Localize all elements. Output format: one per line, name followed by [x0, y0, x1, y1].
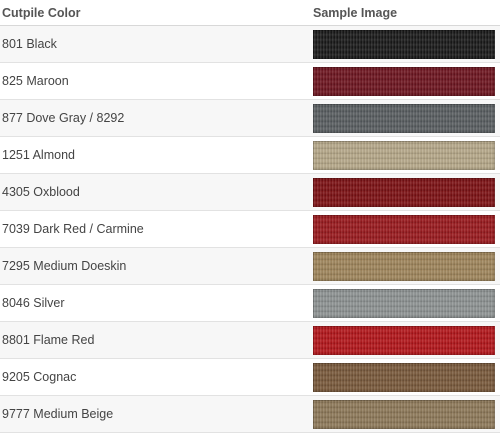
color-name: 825 Maroon: [2, 74, 69, 88]
table-header: Cutpile Color Sample Image: [0, 0, 500, 26]
sample-image-cell: [313, 66, 500, 96]
table-row: 7295 Medium Doeskin: [0, 248, 500, 285]
silver-carpet-swatch: [313, 288, 495, 318]
table-row: 8801 Flame Red: [0, 322, 500, 359]
color-table: Cutpile Color Sample Image 801 Black 825 …: [0, 0, 500, 433]
maroon-carpet-swatch: [313, 66, 495, 96]
black-carpet-swatch: [313, 29, 495, 59]
table-row: 7039 Dark Red / Carmine: [0, 211, 500, 248]
table-body: 801 Black 825 Maroon 877 Dove Gray / 8292 1…: [0, 26, 500, 433]
table-row: 9777 Medium Beige: [0, 396, 500, 433]
sample-image-cell: [313, 251, 500, 281]
color-name: 877 Dove Gray / 8292: [2, 111, 125, 125]
table-row: 4305 Oxblood: [0, 174, 500, 211]
table-row: 877 Dove Gray / 8292: [0, 100, 500, 137]
color-name: 8801 Flame Red: [2, 333, 95, 347]
table-row: 8046 Silver: [0, 285, 500, 322]
sample-image-cell: [313, 288, 500, 318]
table-row: 1251 Almond: [0, 137, 500, 174]
oxblood-carpet-swatch: [313, 177, 495, 207]
table-row: 801 Black: [0, 26, 500, 63]
sample-image-cell: [313, 214, 500, 244]
color-name: 1251 Almond: [2, 148, 75, 162]
sample-image-cell: [313, 399, 500, 429]
column-header-cutpile-color: Cutpile Color: [2, 5, 81, 20]
sample-image-cell: [313, 103, 500, 133]
table-row: 9205 Cognac: [0, 359, 500, 396]
color-name: 7039 Dark Red / Carmine: [2, 222, 144, 236]
sample-image-cell: [313, 177, 500, 207]
column-header-sample-image: Sample Image: [313, 5, 398, 20]
sample-image-cell: [313, 362, 500, 392]
color-name: 8046 Silver: [2, 296, 65, 310]
cognac-carpet-swatch: [313, 362, 495, 392]
sample-image-cell: [313, 140, 500, 170]
color-name: 9777 Medium Beige: [2, 407, 114, 421]
sample-image-cell: [313, 29, 500, 59]
table-row: 825 Maroon: [0, 63, 500, 100]
almond-carpet-swatch: [313, 140, 495, 170]
color-name: 7295 Medium Doeskin: [2, 259, 127, 273]
doeskin-carpet-swatch: [313, 251, 495, 281]
color-name: 4305 Oxblood: [2, 185, 80, 199]
color-name: 801 Black: [2, 37, 57, 51]
beige-carpet-swatch: [313, 399, 495, 429]
dove-gray-carpet-swatch: [313, 103, 495, 133]
color-name: 9205 Cognac: [2, 370, 77, 384]
flame-red-carpet-swatch: [313, 325, 495, 355]
sample-image-cell: [313, 325, 500, 355]
dark-red-carpet-swatch: [313, 214, 495, 244]
